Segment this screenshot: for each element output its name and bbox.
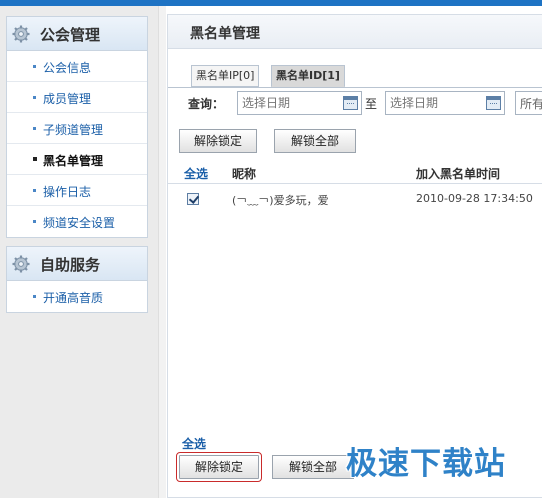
table-header: 全选 昵称 加入黑名单时间 xyxy=(168,160,542,184)
unlock-all-button[interactable]: 解锁全部 xyxy=(274,129,356,153)
sidebar-item-label: 子频道管理 xyxy=(43,123,104,137)
sidebar-group-header: 自助服务 xyxy=(7,247,147,281)
column-blacklist-time: 加入黑名单时间 xyxy=(416,167,501,181)
bullet-icon xyxy=(33,220,36,223)
sidebar-item-label: 开通高音质 xyxy=(43,291,104,305)
bullet-icon xyxy=(33,127,36,130)
row-nickname: (￢﹏￢)爱多玩，爱 xyxy=(232,194,329,207)
sidebar-group-title: 自助服务 xyxy=(40,256,101,274)
sidebar: 公会管理 公会信息 成员管理 子频道管理 黑名单管理 操作日志 频道安全设置 自… xyxy=(0,6,158,498)
sidebar-item-hq-audio[interactable]: 开通高音质 xyxy=(7,281,147,312)
table-row[interactable]: (￢﹏￢)爱多玩，爱 2010-09-28 17:34:50 xyxy=(168,185,542,213)
sidebar-item-operation-log[interactable]: 操作日志 xyxy=(7,175,147,206)
start-date-field[interactable] xyxy=(237,91,362,115)
tab-blacklist-ip[interactable]: 黑名单IP[0] xyxy=(191,65,260,87)
calendar-icon[interactable] xyxy=(486,96,501,110)
status-select[interactable]: 所有 xyxy=(515,91,542,115)
select-all-link[interactable]: 全选 xyxy=(184,165,208,182)
unlock-button[interactable]: 解除锁定 xyxy=(179,129,257,153)
calendar-icon[interactable] xyxy=(343,96,358,110)
to-label: 至 xyxy=(365,97,378,111)
tab-blacklist-id[interactable]: 黑名单ID[1] xyxy=(271,65,345,87)
sidebar-item-label: 成员管理 xyxy=(43,92,92,106)
page-title: 黑名单管理 xyxy=(190,26,260,42)
bullet-icon xyxy=(33,96,36,99)
sidebar-item-security[interactable]: 频道安全设置 xyxy=(7,206,147,237)
bullet-icon xyxy=(33,157,37,161)
start-date-input[interactable] xyxy=(238,92,338,114)
sidebar-item-label: 频道安全设置 xyxy=(43,216,116,230)
bullet-icon xyxy=(33,295,36,298)
sidebar-item-blacklist[interactable]: 黑名单管理 xyxy=(7,144,147,175)
end-date-input[interactable] xyxy=(386,92,486,114)
gear-icon xyxy=(12,25,30,43)
sidebar-item-subchannels[interactable]: 子频道管理 xyxy=(7,113,147,144)
sidebar-group-guild: 公会管理 公会信息 成员管理 子频道管理 黑名单管理 操作日志 频道安全设置 xyxy=(6,16,148,238)
gear-icon xyxy=(12,255,30,273)
tab-divider xyxy=(168,87,542,88)
watermark-logo: 极速下载站 xyxy=(346,446,506,482)
sidebar-item-label: 公会信息 xyxy=(43,61,92,75)
bullet-icon xyxy=(33,189,36,192)
sidebar-item-label: 黑名单管理 xyxy=(43,154,104,168)
query-label: 查询： xyxy=(188,97,225,111)
bottom-select-all-link[interactable]: 全选 xyxy=(182,435,206,452)
panel-header: 黑名单管理 xyxy=(168,15,542,49)
bullet-icon xyxy=(33,65,36,68)
end-date-field[interactable] xyxy=(385,91,505,115)
bottom-unlock-all-button[interactable]: 解锁全部 xyxy=(272,455,354,479)
row-checkbox[interactable] xyxy=(187,193,199,205)
sidebar-item-members[interactable]: 成员管理 xyxy=(7,82,147,113)
sidebar-group-title: 公会管理 xyxy=(40,26,101,44)
sidebar-item-guild-info[interactable]: 公会信息 xyxy=(7,51,147,82)
main-panel: 黑名单管理 黑名单IP[0] 黑名单ID[1] 查询： 至 所有 解除锁定 解锁… xyxy=(167,14,542,498)
sidebar-item-label: 操作日志 xyxy=(43,185,92,199)
column-nickname: 昵称 xyxy=(232,167,257,181)
sidebar-group-header: 公会管理 xyxy=(7,17,147,51)
sidebar-group-self-service: 自助服务 开通高音质 xyxy=(6,246,148,313)
pane-separator xyxy=(158,6,166,498)
bottom-unlock-button[interactable]: 解除锁定 xyxy=(176,452,262,482)
row-time: 2010-09-28 17:34:50 xyxy=(416,192,533,205)
